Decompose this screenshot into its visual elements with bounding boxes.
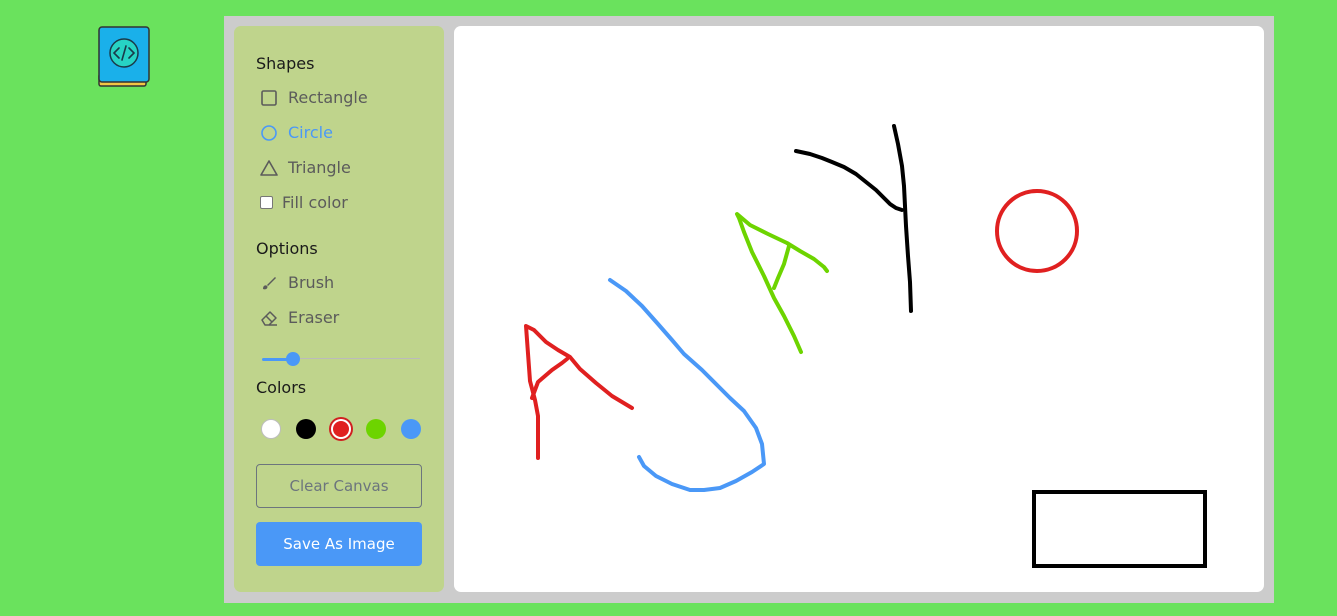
drawing-canvas[interactable] xyxy=(454,26,1264,592)
app-container: Shapes Rectangle Circle Triangle Fill co… xyxy=(224,16,1274,603)
color-swatch-blue[interactable] xyxy=(401,419,421,439)
stroke-blue-j xyxy=(608,278,766,492)
tool-triangle[interactable]: Triangle xyxy=(260,158,351,177)
stroke-black-y-stem xyxy=(892,124,913,313)
clear-canvas-button[interactable]: Clear Canvas xyxy=(256,464,422,508)
tool-circle-label: Circle xyxy=(288,123,333,142)
color-swatch-green[interactable] xyxy=(366,419,386,439)
color-swatch-black[interactable] xyxy=(296,419,316,439)
tool-eraser-label: Eraser xyxy=(288,308,340,327)
shapes-title: Shapes xyxy=(256,54,315,73)
tools-panel: Shapes Rectangle Circle Triangle Fill co… xyxy=(234,26,444,592)
color-swatch-white[interactable] xyxy=(261,419,281,439)
eraser-icon xyxy=(260,309,278,327)
slider-track xyxy=(293,358,420,359)
tool-circle[interactable]: Circle xyxy=(260,123,333,142)
tool-brush[interactable]: Brush xyxy=(260,273,334,292)
color-swatch-red[interactable] xyxy=(331,419,351,439)
circle-icon xyxy=(260,124,278,142)
tool-brush-label: Brush xyxy=(288,273,335,292)
fill-color-checkbox[interactable] xyxy=(260,196,273,209)
stroke-red-a-bar xyxy=(530,357,569,400)
stroke-red-a xyxy=(524,324,634,460)
fill-color-label: Fill color xyxy=(282,193,348,212)
tool-rectangle-label: Rectangle xyxy=(288,88,368,107)
brush-icon xyxy=(260,274,278,292)
shape-black-rectangle xyxy=(1032,490,1207,568)
tool-rectangle[interactable]: Rectangle xyxy=(260,88,368,107)
square-icon xyxy=(260,89,278,107)
app-logo-icon xyxy=(98,26,150,87)
options-title: Options xyxy=(256,239,318,258)
colors-title: Colors xyxy=(256,378,307,397)
save-image-button[interactable]: Save As Image xyxy=(256,522,422,566)
tool-eraser[interactable]: Eraser xyxy=(260,308,339,327)
tool-triangle-label: Triangle xyxy=(288,158,351,177)
color-swatches xyxy=(261,419,421,439)
brush-size-slider[interactable] xyxy=(262,351,420,367)
drawing-board[interactable] xyxy=(454,26,1264,592)
slider-thumb[interactable] xyxy=(286,352,300,366)
shape-red-circle xyxy=(995,189,1079,273)
stroke-black-y-arm xyxy=(794,149,904,212)
fill-color-option[interactable]: Fill color xyxy=(260,193,348,212)
triangle-icon xyxy=(260,159,278,177)
stroke-green-a-bar xyxy=(772,244,791,290)
stroke-green-a xyxy=(735,212,829,354)
